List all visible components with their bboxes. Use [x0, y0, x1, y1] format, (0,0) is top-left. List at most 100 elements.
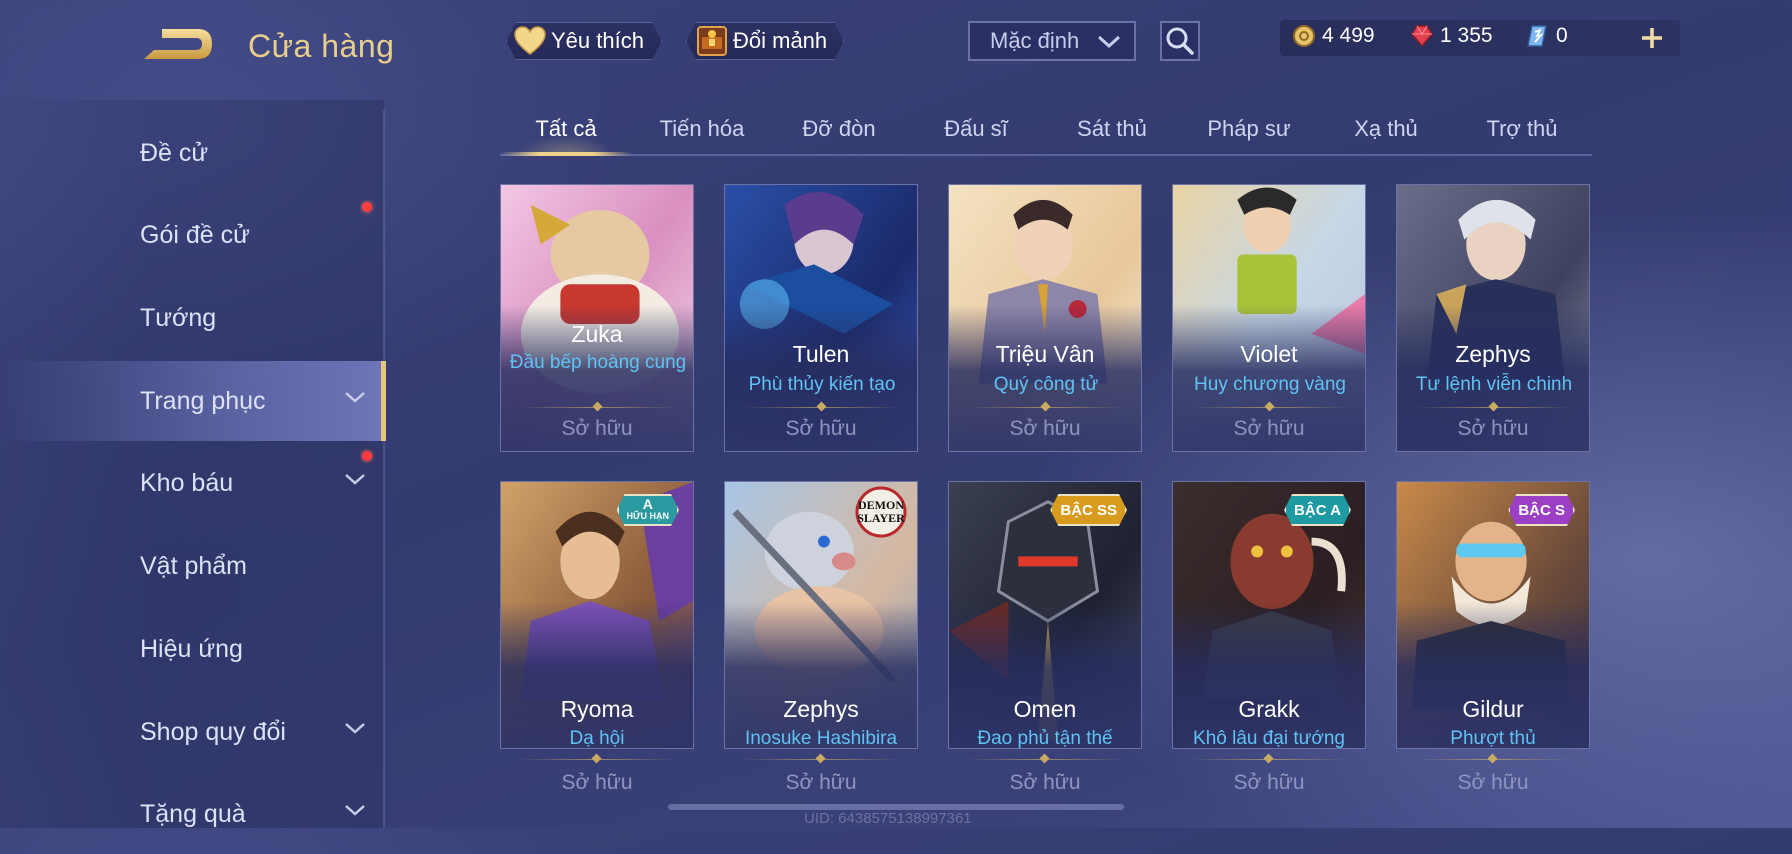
sidebar-item-skins[interactable]: Trang phục	[0, 361, 386, 441]
chevron-down-icon	[345, 474, 365, 485]
hero-name: Zuka	[571, 321, 623, 347]
tab-mage[interactable]: Pháp sư	[1189, 116, 1309, 142]
owned-status: Sở hữu	[1009, 771, 1081, 794]
user-id-label: UID: 6438575138997361	[804, 810, 972, 827]
tabs-divider	[500, 154, 1592, 156]
owned-status: Sở hữu	[1233, 771, 1305, 794]
skin-name: Quý công tử	[993, 374, 1099, 395]
chevron-down-icon	[1097, 35, 1121, 49]
active-tab-indicator	[500, 152, 632, 156]
skin-card[interactable]: BẬC A Grakk	[1172, 481, 1366, 749]
skin-card[interactable]: Zephys Tư lệnh viễn chinh Sở hữu	[1396, 184, 1590, 452]
tier-badge: A HỮU HẠN	[617, 494, 679, 526]
owned-status: Sở hữu	[785, 417, 857, 440]
sidebar-item-label: Kho báu	[140, 468, 234, 497]
fragment-exchange-button[interactable]: Đổi mảnh	[686, 22, 844, 60]
sidebar-item-treasure[interactable]: Kho báu	[0, 443, 384, 523]
gold-balance: 4 499	[1292, 24, 1375, 48]
card-divider	[967, 407, 1125, 408]
sidebar-item-featured[interactable]: Đề cử	[0, 113, 384, 193]
tier-badge: BẬC A	[1284, 494, 1351, 526]
tab-fighter[interactable]: Đấu sĩ	[916, 116, 1036, 142]
sidebar-item-label: Đề cử	[140, 138, 209, 167]
hero-name: Gildur	[1462, 696, 1524, 722]
back-arrow-icon	[144, 29, 212, 59]
hero-name: Tulen	[792, 341, 850, 367]
svg-text:SLAYER: SLAYER	[857, 511, 905, 525]
tier-badge: BẬC SS	[1050, 494, 1127, 526]
tab-all[interactable]: Tất cả	[506, 116, 626, 142]
fragment-exchange-label: Đổi mảnh	[733, 28, 828, 53]
sidebar-item-featured-bundles[interactable]: Gói đề cử	[0, 195, 384, 275]
card-divider	[1414, 759, 1572, 760]
notification-dot	[362, 202, 372, 212]
chevron-down-icon	[345, 723, 365, 734]
sidebar-item-exchange-shop[interactable]: Shop quy đổi	[0, 692, 384, 772]
sidebar-item-label: Shop quy đổi	[140, 717, 286, 746]
favorites-button[interactable]: Yêu thích	[506, 22, 662, 60]
voucher-gem-icon	[1410, 24, 1434, 48]
tab-support[interactable]: Trợ thủ	[1462, 116, 1582, 142]
sort-dropdown[interactable]: Mặc định	[968, 21, 1136, 61]
sidebar-item-label: Tặng quà	[140, 799, 246, 828]
skin-card[interactable]: BẬC S Gildur	[1396, 481, 1590, 749]
add-currency-button[interactable]	[1636, 20, 1668, 56]
chevron-down-icon	[345, 805, 365, 816]
sidebar-item-heroes[interactable]: Tướng	[0, 278, 384, 358]
sidebar-item-label: Vật phẩm	[140, 551, 248, 580]
favorites-label: Yêu thích	[551, 28, 644, 53]
owned-status: Sở hữu	[561, 417, 633, 440]
treasure-chest-icon	[695, 25, 729, 57]
tab-evolution[interactable]: Tiến hóa	[642, 116, 762, 142]
hero-name: Zephys	[1455, 341, 1531, 367]
sidebar-item-label: Tướng	[140, 303, 217, 332]
card-divider	[742, 759, 900, 760]
card-divider	[1415, 407, 1573, 408]
back-button[interactable]	[140, 26, 216, 66]
skin-card[interactable]: A HỮU HẠN Ryoma	[500, 481, 694, 749]
hero-name: Grakk	[1238, 696, 1300, 722]
hero-name: Violet	[1240, 341, 1298, 367]
sidebar-item-effects[interactable]: Hiệu ứng	[0, 609, 384, 689]
hero-name: Omen	[1013, 696, 1077, 722]
card-divider	[518, 759, 676, 760]
skin-card[interactable]: Triệu Vân Quý công tử Sở hữu	[948, 184, 1142, 452]
gold-coin-icon	[1292, 24, 1316, 48]
search-icon	[1166, 27, 1194, 55]
hero-name: Ryoma	[560, 696, 634, 722]
search-button[interactable]	[1160, 21, 1200, 61]
card-divider	[519, 407, 677, 408]
heart-icon	[513, 25, 547, 57]
owned-status: Sở hữu	[1233, 417, 1305, 440]
skin-card[interactable]: Tulen Phù thủy kiến tạo Sở hữu	[724, 184, 918, 452]
owned-status: Sở hữu	[1457, 417, 1529, 440]
tab-marksman[interactable]: Xạ thủ	[1326, 116, 1446, 142]
card-divider	[966, 759, 1124, 760]
chevron-down-icon	[345, 392, 365, 403]
plus-icon	[1642, 28, 1662, 48]
tab-assassin[interactable]: Sát thủ	[1052, 116, 1172, 142]
quan-huy-balance: 0	[1526, 24, 1568, 48]
quan-huy-icon	[1526, 24, 1550, 48]
hero-name: Zephys	[783, 696, 859, 722]
skin-card[interactable]: Zuka Đầu bếp hoàng cung Sở hữu	[500, 184, 694, 452]
sidebar-item-label: Gói đề cử	[140, 220, 250, 249]
notification-dot	[362, 451, 372, 461]
tab-tank[interactable]: Đỡ đòn	[779, 116, 899, 142]
skin-card[interactable]: BẬC SS Omen	[948, 481, 1142, 749]
hero-name: Triệu Vân	[995, 341, 1095, 367]
skin-card[interactable]: DEMON SLAYER Zephys	[724, 481, 918, 749]
skin-card[interactable]: Violet Huy chương vàng Sở hữu	[1172, 184, 1366, 452]
owned-status: Sở hữu	[561, 771, 633, 794]
owned-status: Sở hữu	[1457, 771, 1529, 794]
card-divider	[743, 407, 901, 408]
skin-name: Đầu bếp hoàng cung	[509, 352, 687, 373]
sidebar-item-gifts[interactable]: Tặng quà	[0, 774, 384, 854]
card-divider	[1190, 759, 1348, 760]
card-divider	[1191, 407, 1349, 408]
sidebar-item-items[interactable]: Vật phẩm	[0, 526, 384, 606]
owned-status: Sở hữu	[785, 771, 857, 794]
skin-name: Phù thủy kiến tạo	[748, 374, 896, 395]
skin-name: Tư lệnh viễn chinh	[1415, 374, 1573, 395]
sidebar-item-label: Hiệu ứng	[140, 634, 243, 663]
